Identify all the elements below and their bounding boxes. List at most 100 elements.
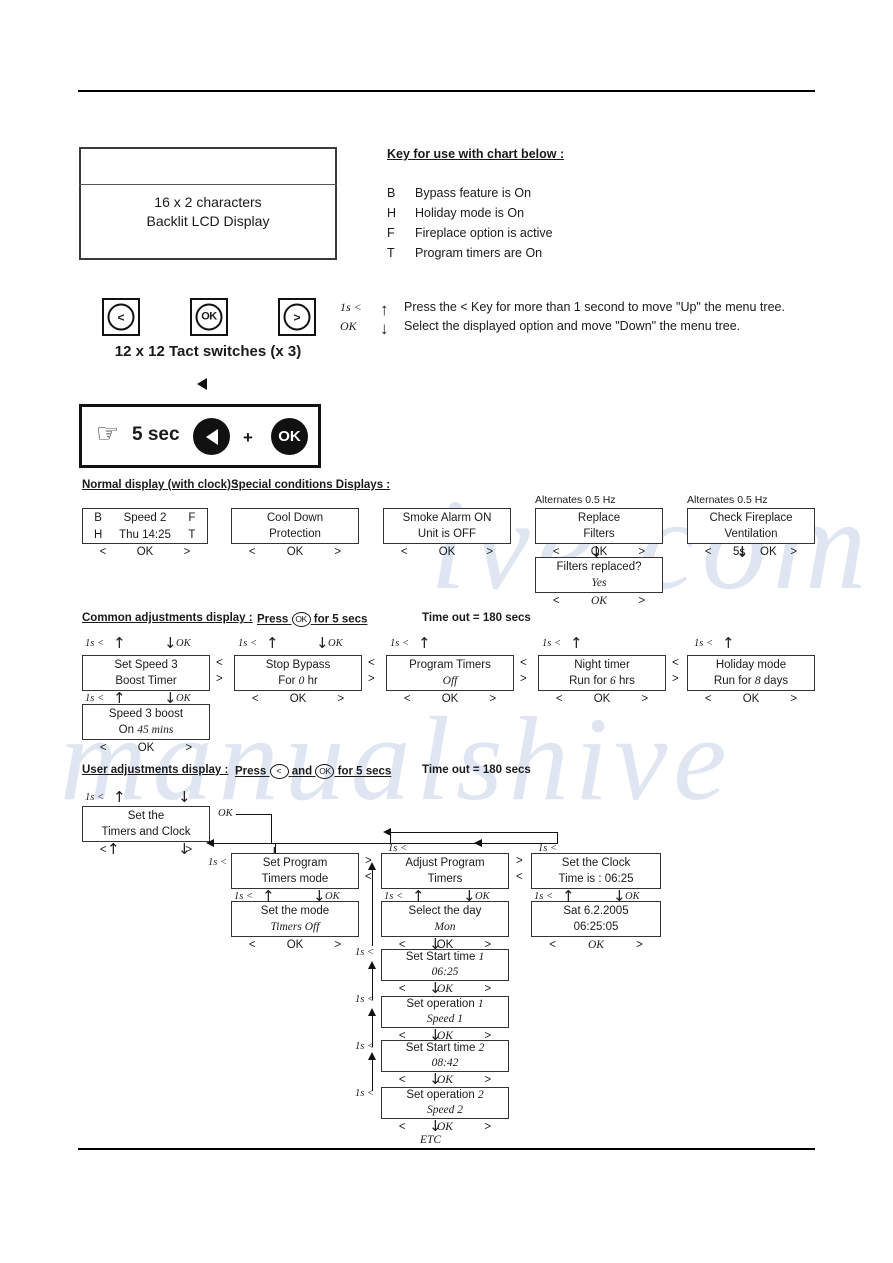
screen-normal-clock-keys: < OK > xyxy=(82,546,208,561)
screen-smoke-alarm: Smoke Alarm ON Unit is OFF xyxy=(383,508,511,544)
ok-button-icon: OK xyxy=(315,764,335,779)
nav-left-to-holiday-mode[interactable]: < xyxy=(672,657,679,669)
nav-right-to-holiday-mode[interactable]: > xyxy=(672,673,679,685)
arrow-up-icon: ↑ xyxy=(722,634,735,652)
screen-program-timers-keys: < OK > xyxy=(386,693,514,708)
key-right[interactable]: > xyxy=(337,693,344,705)
label-up-holiday-mode: 1s < xyxy=(694,638,714,649)
key-desc-h: Holiday mode is On xyxy=(415,206,525,220)
arrow-up-icon: ↑ xyxy=(266,634,279,652)
nav-right-to-stop-bypass[interactable]: > xyxy=(216,673,223,685)
screen-set-the-mode-line1: Set the mode xyxy=(260,905,330,917)
key-ok[interactable]: OK xyxy=(760,546,777,558)
screen-cool-down: Cool Down Protection xyxy=(231,508,359,544)
screen-filters-replaced-line2: Yes xyxy=(591,577,607,589)
key-right[interactable]: > xyxy=(636,939,643,951)
arrow-up-icon: ↑ xyxy=(418,634,431,652)
screen-replace-filters-line2: Filters xyxy=(583,528,615,540)
screen-operation-2-line1: Set operation 2 xyxy=(406,1089,484,1101)
key-ok[interactable]: OK xyxy=(391,1121,499,1133)
screen-normal-clock-b: B xyxy=(94,511,102,524)
key-ok[interactable]: OK xyxy=(391,1074,499,1086)
key-right[interactable]: > xyxy=(185,742,192,754)
screen-set-program-line2: Timers mode xyxy=(261,873,329,885)
tact-switch-ok[interactable]: OK xyxy=(190,298,228,336)
arrow-up-icon: ↑ xyxy=(113,788,126,806)
user-press-instruction: Press < and OK for 5 secs xyxy=(235,764,391,779)
screen-adjust-program-timers: Adjust Program Timers xyxy=(381,853,509,889)
label-ok-set-speed3: OK xyxy=(176,638,191,649)
tact-switch-right[interactable]: > xyxy=(278,298,316,336)
note-alternates-filters: Alternates 0.5 Hz xyxy=(535,494,616,506)
screen-speed3-boost-line2: On 45 mins xyxy=(118,724,174,736)
screen-night-timer-keys: < OK > xyxy=(538,693,666,708)
key-right[interactable]: > xyxy=(484,1121,491,1133)
user-timeout-note: Time out = 180 secs xyxy=(422,764,531,776)
connector-return-bus xyxy=(213,843,558,844)
key-right[interactable]: > xyxy=(486,546,493,558)
key-right[interactable]: > xyxy=(484,1074,491,1086)
tact-switch-left[interactable]: < xyxy=(102,298,140,336)
screen-night-timer: Night timer Run for 6 hrs xyxy=(538,655,666,691)
key-left[interactable]: < xyxy=(705,546,712,558)
screen-smoke-alarm-line2: Unit is OFF xyxy=(417,528,477,540)
key-right[interactable]: > xyxy=(334,939,341,951)
arrow-up-icon: ↑ xyxy=(380,300,389,319)
key-letter-f: F xyxy=(387,226,395,240)
nav-left-to-stop-bypass[interactable]: < xyxy=(216,657,223,669)
screen-start-time-2-line2: 08:42 xyxy=(431,1057,459,1069)
nav-left-to-night-timer[interactable]: < xyxy=(520,657,527,669)
key-right[interactable]: > xyxy=(638,595,645,607)
nav-right-to-night-timer[interactable]: > xyxy=(520,673,527,685)
screen-start-time-2-line1: Set Start time 2 xyxy=(405,1042,485,1054)
screen-stop-bypass-line2: For 0 hr xyxy=(278,675,318,687)
arrow-up-icon-op1 xyxy=(368,1008,376,1016)
nav-left-to-set-clock[interactable]: < xyxy=(516,871,523,883)
screen-cool-down-line2: Protection xyxy=(269,528,321,540)
screen-start-time-1-line1: Set Start time 1 xyxy=(405,951,485,963)
screen-set-program-line1: Set Program xyxy=(262,857,328,869)
screen-set-the-mode: Set the mode Timers Off xyxy=(231,901,359,937)
common-press-instruction: Press OK for 5 secs xyxy=(257,612,367,627)
key-left[interactable]: < xyxy=(100,844,107,856)
user-press-pre: Press xyxy=(235,765,267,778)
left-triangle-icon xyxy=(205,428,218,445)
key-right[interactable]: > xyxy=(790,546,797,558)
ok-icon: OK xyxy=(195,303,223,331)
nav-right-to-program-timers[interactable]: > xyxy=(368,673,375,685)
key-right[interactable]: > xyxy=(484,983,491,995)
arrow-up-icon-st2 xyxy=(368,1052,376,1060)
nav-right-to-set-clock[interactable]: > xyxy=(516,855,523,867)
screen-replace-filters-line1: Replace xyxy=(577,512,621,524)
nav-left-to-adjust-program[interactable]: < xyxy=(365,871,372,883)
key-legend-row-b: B Bypass feature is On xyxy=(387,186,687,202)
screen-clock-value-line1: Sat 6.2.2005 xyxy=(563,905,629,917)
key-right[interactable]: > xyxy=(184,546,191,558)
key-right[interactable]: > xyxy=(334,546,341,558)
screen-operation-1-line1: Set operation 1 xyxy=(406,998,484,1010)
screen-operation-2-line2: Speed 2 xyxy=(426,1104,464,1116)
key-right[interactable]: > xyxy=(641,693,648,705)
screen-filters-replaced-keys: < OK > xyxy=(535,595,663,610)
lcd-panel-divider xyxy=(79,184,337,185)
screen-filters-replaced: Filters replaced? Yes xyxy=(535,557,663,593)
nav-left-to-program-timers[interactable]: < xyxy=(368,657,375,669)
screen-set-timers-clock-line2: Timers and Clock xyxy=(101,826,191,838)
section-header-normal-display: Normal display (with clock) : xyxy=(82,479,238,491)
etc-label: ETC xyxy=(420,1134,442,1146)
page-rule-bottom xyxy=(78,1148,815,1150)
label-ok-stop-bypass: OK xyxy=(328,638,343,649)
screen-select-the-day: Select the day Mon xyxy=(381,901,509,937)
arrow-up-icon: ↑ xyxy=(570,634,583,652)
screen-set-timers-clock-keys: < > xyxy=(82,844,210,859)
screen-adjust-program-line2: Timers xyxy=(427,873,463,885)
key-right[interactable]: > xyxy=(489,693,496,705)
key-ok[interactable]: OK xyxy=(391,983,499,995)
screen-check-fireplace-line1: Check Fireplace xyxy=(709,512,793,524)
screen-set-program-timers-mode: Set Program Timers mode xyxy=(231,853,359,889)
screen-check-fireplace: Check Fireplace Ventilation xyxy=(687,508,815,544)
screen-stop-bypass-line1: Stop Bypass xyxy=(265,659,331,671)
label-up-set-speed3: 1s < xyxy=(85,638,105,649)
key-right[interactable]: > xyxy=(790,693,797,705)
arrow-left-icon-right xyxy=(383,828,391,836)
